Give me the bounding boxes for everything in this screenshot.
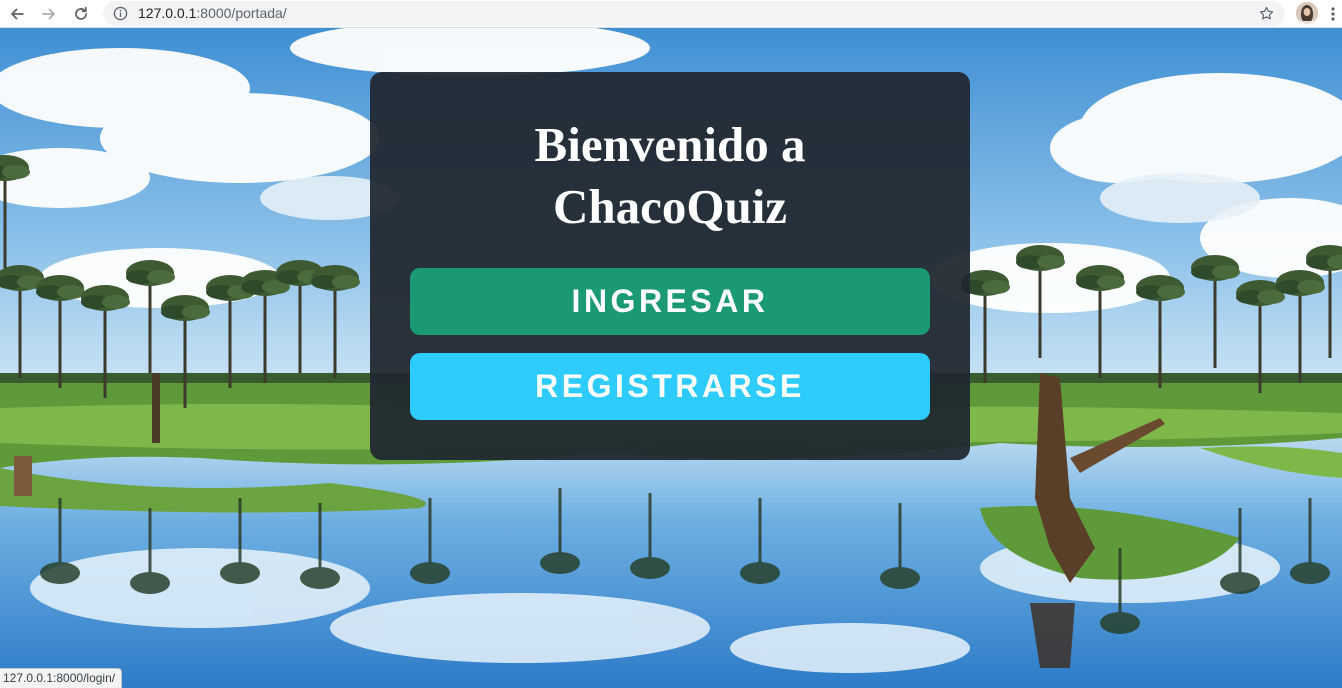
forward-arrow-icon [42,8,55,20]
forward-button[interactable] [38,3,60,25]
url-host: 127.0.0.1 [138,5,197,21]
page-viewport: Bienvenido a ChacoQuiz INGRESAR REGISTRA… [0,28,1342,688]
welcome-card: Bienvenido a ChacoQuiz INGRESAR REGISTRA… [370,72,970,460]
address-bar[interactable]: 127.0.0.1:8000/portada/ [103,1,1285,26]
reload-icon [75,6,87,20]
reload-button[interactable] [70,3,92,25]
star-icon[interactable] [1258,5,1275,22]
register-button[interactable]: REGISTRARSE [410,353,930,420]
url-path: :8000/portada/ [196,5,287,21]
profile-avatar[interactable] [1296,2,1318,24]
browser-toolbar: 127.0.0.1:8000/portada/ [0,0,1342,28]
info-icon[interactable] [113,6,128,21]
status-bubble: 127.0.0.1:8000/login/ [0,668,123,688]
title-line-1: Bienvenido a [534,117,806,172]
kebab-menu-icon[interactable] [1328,5,1338,23]
login-button[interactable]: INGRESAR [410,268,930,335]
page-title: Bienvenido a ChacoQuiz [370,114,970,238]
title-line-2: ChacoQuiz [552,179,788,234]
avatar-icon [1296,2,1318,24]
url-text: 127.0.0.1:8000/portada/ [138,1,287,26]
back-button[interactable] [6,3,28,25]
back-arrow-icon [11,8,24,20]
app: 127.0.0.1:8000/portada/ Bienvenido a Cha… [0,0,1342,688]
